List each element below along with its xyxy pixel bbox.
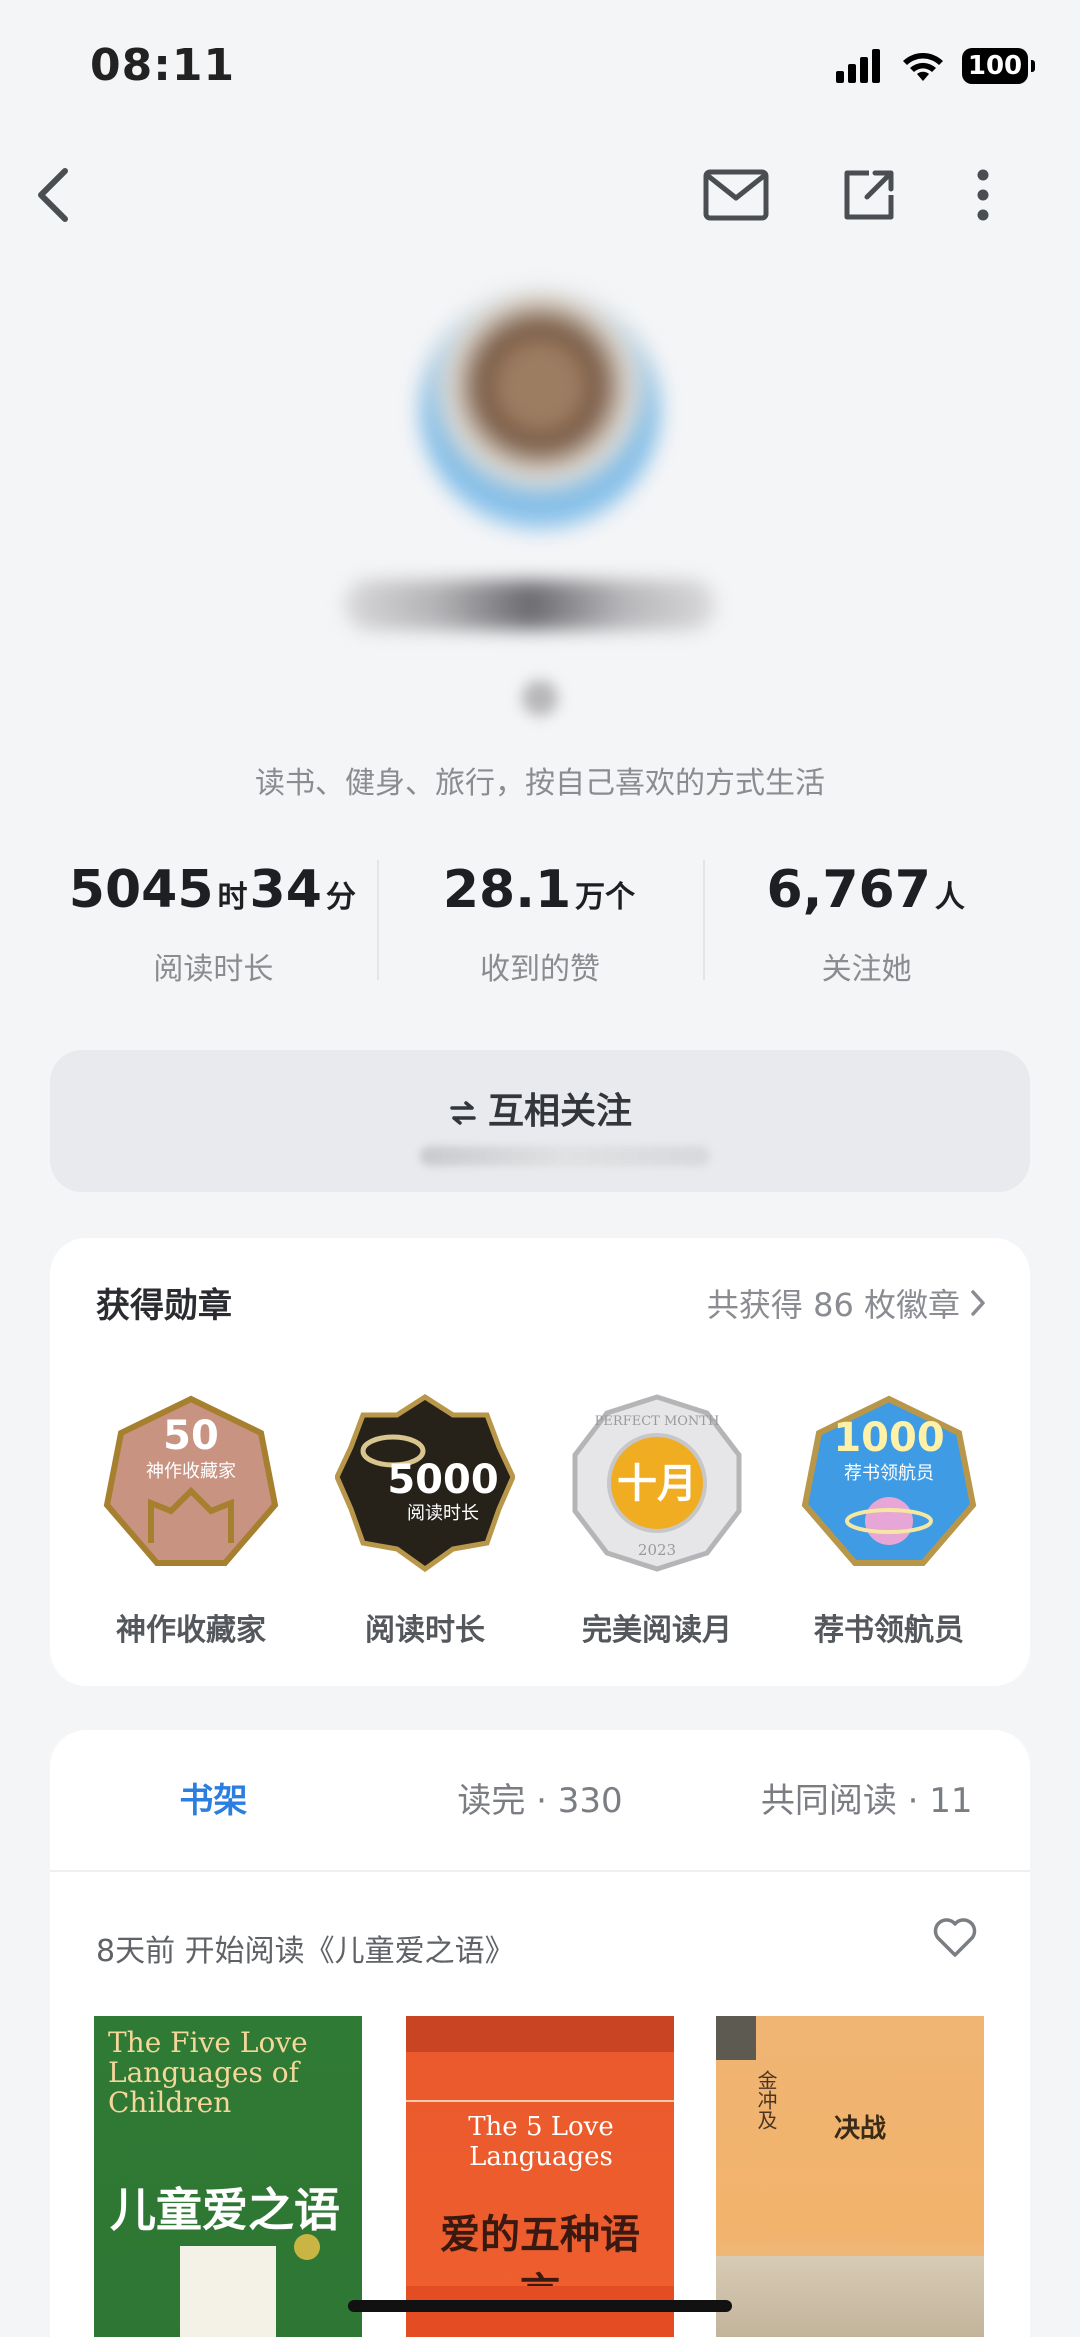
follow-button-content: 互相关注 — [50, 1082, 1030, 1134]
badge-art-text: PERFECT MONTH — [595, 1414, 720, 1429]
badge-perfect-month-icon: 十月 PERFECT MONTH 2023 — [572, 1394, 742, 1572]
recent-activity: 8天前 开始阅读《儿童爱之语》 — [96, 1934, 515, 1969]
badge-perfect-month[interactable]: 十月 PERFECT MONTH 2023 完美阅读月 — [562, 1393, 752, 1649]
bookshelf-card: 书架 读完 · 330 共同阅读 · 11 8天前 开始阅读《儿童爱之语》 Th… — [50, 1730, 1030, 2337]
more-icon[interactable] — [948, 160, 1018, 230]
stat-number: 28.1 — [442, 860, 572, 920]
stat-unit: 时 — [217, 880, 248, 915]
stat-label: 关注她 — [821, 952, 912, 987]
user-tag-blurred — [522, 680, 558, 716]
avatar[interactable] — [420, 290, 660, 530]
badge-art-text: 荐书领航员 — [844, 1463, 934, 1484]
badge-masterpiece-collector[interactable]: 50 神作收藏家 神作收藏家 — [96, 1393, 286, 1649]
mutual-follow-button[interactable]: 互相关注 — [50, 1050, 1030, 1192]
badge-art-number: 十月 — [617, 1461, 697, 1507]
book-seal — [294, 2234, 320, 2260]
badges-title: 获得勋章 — [96, 1286, 232, 1326]
swap-arrows-icon — [450, 1101, 476, 1125]
status-icons: 100 — [836, 48, 1035, 84]
book-divider — [406, 2100, 674, 2102]
profile-stats: 5045 时 34 分 阅读时长 28.1 万个 收到的赞 6,767 人 关注… — [50, 860, 1030, 990]
book-author: 金冲及 — [754, 2070, 778, 2130]
badge-label: 荐书领航员 — [814, 1613, 964, 1648]
tab-bookshelf[interactable]: 书架 — [50, 1730, 377, 1870]
badge-book-navigator-icon: 1000 荐书领航员 — [801, 1395, 977, 1566]
badges-more-link[interactable]: 共获得 86 枚徽章 — [707, 1280, 986, 1326]
book-cover[interactable]: The Five Love Languages of Children 儿童爱之… — [94, 2016, 362, 2337]
heart-icon[interactable] — [932, 1916, 978, 1958]
book-cn-title: 儿童爱之语 — [110, 2183, 340, 2237]
badge-book-navigator[interactable]: 1000 荐书领航员 荐书领航员 — [794, 1393, 984, 1649]
cellular-signal-icon — [836, 49, 880, 83]
stat-unit: 分 — [325, 880, 356, 915]
stat-number: 5045 — [68, 860, 214, 920]
shelf-tabs: 书架 读完 · 330 共同阅读 · 11 — [50, 1730, 1030, 1872]
badge-art-number: 5000 — [387, 1457, 498, 1503]
nav-bar — [0, 150, 1080, 240]
badge-masterpiece-icon: 50 神作收藏家 — [103, 1395, 279, 1566]
badge-label: 阅读时长 — [365, 1613, 485, 1648]
stat-unit: 人 — [934, 880, 965, 915]
follow-button-label: 互相关注 — [487, 1091, 632, 1132]
book-en-title: The 5 Love Languages — [468, 2112, 614, 2172]
badge-reading-time-icon: 5000 阅读时长 — [334, 1394, 516, 1573]
badge-label: 神作收藏家 — [116, 1613, 266, 1648]
status-bar: 08:11 100 — [0, 0, 1080, 140]
stat-number: 6,767 — [766, 860, 931, 920]
badge-label: 完美阅读月 — [582, 1613, 732, 1648]
badge-art-number: 1000 — [833, 1415, 944, 1461]
tab-finished[interactable]: 读完 · 330 — [377, 1730, 704, 1870]
stat-followers[interactable]: 6,767 人 关注她 — [703, 860, 1030, 990]
book-landscape — [716, 2256, 984, 2337]
stat-number: 34 — [249, 860, 322, 920]
badge-art-text: 阅读时长 — [407, 1503, 479, 1524]
book-series-tag — [716, 2016, 756, 2060]
share-icon[interactable] — [834, 160, 904, 230]
badges-card: 获得勋章 共获得 86 枚徽章 50 神作收藏家 神作收藏家 5000 阅读时长… — [50, 1238, 1030, 1686]
follow-subtext-blurred — [420, 1146, 710, 1166]
book-cn-title: 决战 — [834, 2114, 887, 2144]
stat-unit: 万个 — [575, 880, 636, 915]
battery-level: 100 — [967, 51, 1023, 81]
profile-bio: 读书、健身、旅行，按自己喜欢的方式生活 — [255, 766, 825, 801]
badges-count: 共获得 86 枚徽章 — [706, 1286, 960, 1324]
stat-value: 5045 时 34 分 — [50, 860, 377, 930]
battery-icon: 100 — [962, 48, 1035, 84]
badge-art-number: 50 — [163, 1413, 219, 1459]
badge-art-text: 神作收藏家 — [146, 1461, 236, 1482]
mail-icon[interactable] — [700, 160, 772, 230]
status-time: 08:11 — [90, 40, 236, 91]
book-cover[interactable]: The 5 Love Languages 爱的五种语言 — [406, 2016, 674, 2337]
book-cover[interactable]: 金冲及 决战 — [716, 2016, 984, 2337]
stat-label: 阅读时长 — [153, 952, 274, 987]
stat-value: 6,767 人 — [703, 860, 1030, 930]
badge-reading-time[interactable]: 5000 阅读时长 阅读时长 — [330, 1393, 520, 1649]
badge-art-year: 2023 — [638, 1541, 676, 1559]
stat-label: 收到的赞 — [480, 952, 600, 987]
book-top-band — [406, 2016, 674, 2052]
chevron-right-icon — [971, 1290, 985, 1316]
stat-reading-time[interactable]: 5045 时 34 分 阅读时长 — [50, 860, 377, 990]
home-indicator[interactable] — [348, 2300, 732, 2312]
stat-value: 28.1 万个 — [377, 860, 704, 930]
back-icon[interactable] — [18, 160, 88, 230]
book-illustration — [180, 2246, 276, 2337]
tab-common-reading[interactable]: 共同阅读 · 11 — [703, 1730, 1030, 1870]
profile-header: 读书、健身、旅行，按自己喜欢的方式生活 — [0, 260, 1080, 801]
stat-likes[interactable]: 28.1 万个 收到的赞 — [376, 860, 704, 990]
wifi-icon — [903, 53, 943, 81]
book-en-title: The Five Love Languages of Children — [108, 2026, 308, 2119]
user-name-blurred — [345, 580, 715, 630]
